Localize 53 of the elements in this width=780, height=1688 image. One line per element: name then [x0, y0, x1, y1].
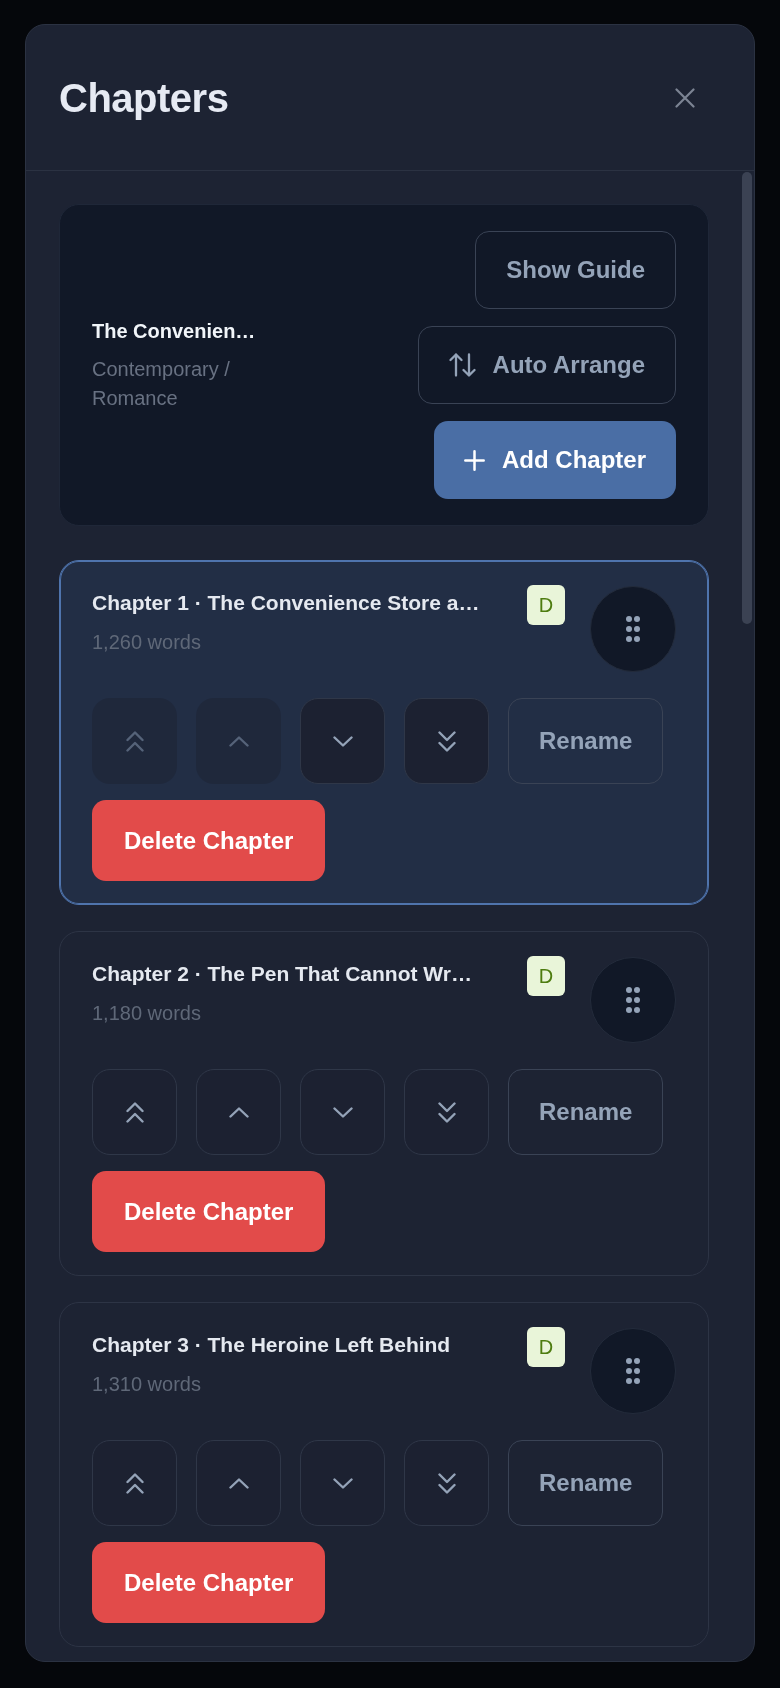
delete-chapter-button[interactable]: Delete Chapter — [92, 1542, 326, 1623]
chevron-up-icon — [228, 1106, 249, 1118]
chevron-up-icon — [228, 1477, 249, 1489]
chevrons-down-icon — [437, 730, 456, 752]
word-count: 1,180 words — [92, 1001, 202, 1026]
move-up-button[interactable] — [196, 1440, 281, 1526]
chapter-title: Chapter 2 · The Pen That Cannot Wr… — [92, 961, 473, 987]
move-to-top-button[interactable] — [92, 1440, 177, 1526]
chevron-down-icon — [332, 1477, 353, 1489]
auto-arrange-button[interactable]: Auto Arrange — [417, 326, 676, 404]
chapter-card[interactable]: Chapter 2 · The Pen That Cannot Wr… 1,180 words D Rename Delete Chapter — [59, 931, 709, 1276]
move-up-button[interactable] — [196, 1069, 281, 1155]
chevron-down-icon — [332, 1106, 353, 1118]
rename-button[interactable]: Rename — [508, 1440, 664, 1526]
plus-icon — [464, 449, 485, 471]
move-down-button[interactable] — [300, 698, 385, 784]
add-chapter-button[interactable]: Add Chapter — [434, 421, 676, 499]
move-to-top-button[interactable] — [92, 1069, 177, 1155]
grip-icon — [626, 987, 640, 1013]
word-count: 1,310 words — [92, 1372, 202, 1397]
chevrons-down-icon — [437, 1101, 456, 1123]
chevrons-up-icon — [125, 1472, 144, 1494]
panel-title: Chapters — [59, 74, 229, 122]
grip-icon — [626, 616, 640, 642]
chevron-up-icon — [228, 735, 249, 747]
move-down-button[interactable] — [300, 1440, 385, 1526]
move-to-bottom-button[interactable] — [404, 1069, 489, 1155]
chevron-down-icon — [332, 735, 353, 747]
rename-button[interactable]: Rename — [508, 698, 664, 784]
chapter-title: Chapter 1 · The Convenience Store a… — [92, 590, 481, 616]
sort-arrows-icon — [448, 353, 476, 377]
rename-button[interactable]: Rename — [508, 1069, 664, 1155]
status-badge: D — [527, 956, 565, 996]
project-title: The Convenien… — [92, 319, 257, 344]
chapter-card[interactable]: Chapter 1 · The Convenience Store a… 1,260 words D Rename Delete Chapter — [59, 560, 709, 905]
move-down-button[interactable] — [300, 1069, 385, 1155]
delete-chapter-button[interactable]: Delete Chapter — [92, 800, 326, 881]
chapter-title: Chapter 3 · The Heroine Left Behind — [92, 1332, 452, 1358]
status-badge: D — [527, 1327, 565, 1367]
grip-icon — [626, 1358, 640, 1384]
chevrons-up-icon — [125, 730, 144, 752]
delete-chapter-button[interactable]: Delete Chapter — [92, 1171, 326, 1252]
word-count: 1,260 words — [92, 630, 202, 655]
scrollbar-thumb[interactable] — [742, 172, 752, 624]
status-badge: D — [527, 585, 565, 625]
move-to-bottom-button[interactable] — [404, 1440, 489, 1526]
show-guide-button[interactable]: Show Guide — [475, 231, 676, 309]
genre-label: Contemporary / Romance — [92, 357, 231, 411]
move-to-bottom-button[interactable] — [404, 698, 489, 784]
chapter-card[interactable]: Chapter 3 · The Heroine Left Behind 1,310 words D Rename Delete Chapter — [59, 1302, 709, 1647]
chevrons-up-icon — [125, 1101, 144, 1123]
chevrons-down-icon — [437, 1472, 456, 1494]
close-icon — [675, 87, 695, 108]
